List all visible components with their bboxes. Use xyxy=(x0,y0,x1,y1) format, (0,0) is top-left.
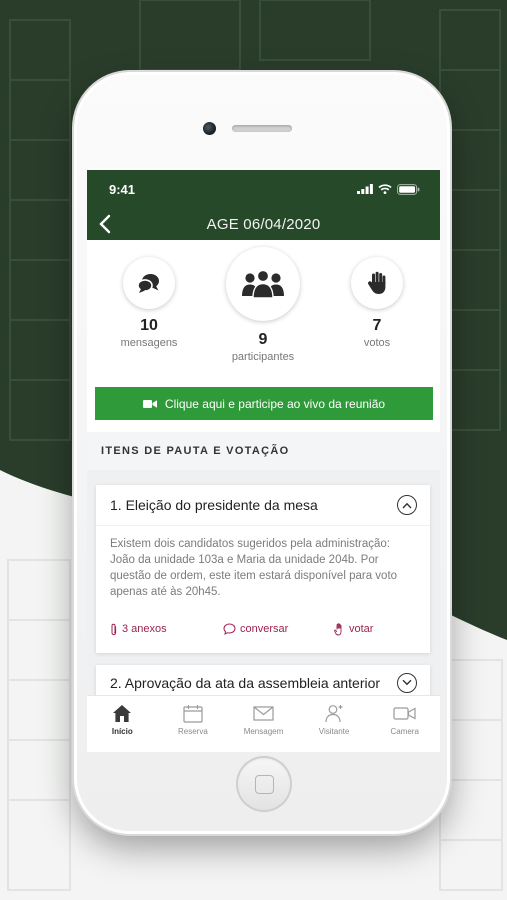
tab-reserva[interactable]: Reserva xyxy=(158,696,229,752)
stat-label: votos xyxy=(363,337,391,349)
agenda-section-header: ITENS DE PAUTA E VOTAÇÃO xyxy=(87,432,440,470)
agenda-item-description: Existem dois candidatos sugeridos pela a… xyxy=(96,525,430,611)
calendar-icon xyxy=(183,705,203,723)
attachments-label: 3 anexos xyxy=(122,623,167,635)
stat-value: 9 xyxy=(258,331,268,348)
meeting-stats: 10 mensagens 9 participantes 7 votos xyxy=(87,240,440,380)
live-button-label: Clique aqui e participe ao vivo da reuni… xyxy=(164,396,386,411)
agenda-item-actions: 3 anexos conversar votar xyxy=(96,611,430,647)
agenda-item-header[interactable]: 1. Eleição do presidente da mesa xyxy=(96,485,430,525)
back-button[interactable] xyxy=(93,212,117,236)
stat-icon-circle xyxy=(226,247,300,321)
join-live-meeting-button[interactable]: Clique aqui e participe ao vivo da reuni… xyxy=(95,387,433,420)
section-title: ITENS DE PAUTA E VOTAÇÃO xyxy=(101,445,290,457)
vote-link[interactable]: votar xyxy=(334,622,374,636)
home-button[interactable] xyxy=(236,756,292,812)
header-bar: AGE 06/04/2020 xyxy=(87,208,440,240)
tab-visitante[interactable]: Visitante xyxy=(299,696,370,752)
stat-value: 7 xyxy=(372,317,382,334)
bottom-tab-bar: Início Reserva Mensagem Visitante Camera xyxy=(87,695,440,752)
conversation-link[interactable]: conversar xyxy=(223,623,334,635)
chat-icon xyxy=(223,623,236,635)
video-camera-icon xyxy=(142,399,157,408)
wifi-icon xyxy=(378,184,392,194)
stat-participants[interactable]: 9 participantes xyxy=(218,247,308,363)
page-title: AGE 06/04/2020 xyxy=(206,215,321,233)
hand-icon xyxy=(334,622,342,635)
stat-messages[interactable]: 10 mensagens xyxy=(104,257,194,349)
collapse-toggle[interactable] xyxy=(397,495,417,515)
tab-label: Mensagem xyxy=(243,727,284,736)
tab-inicio[interactable]: Início xyxy=(87,696,158,752)
tab-label: Reserva xyxy=(177,727,208,736)
envelope-icon xyxy=(253,706,274,721)
tab-camera[interactable]: Camera xyxy=(369,696,440,752)
status-icons xyxy=(357,183,420,195)
stat-label: participantes xyxy=(231,351,295,363)
status-time: 9:41 xyxy=(109,181,136,197)
tab-mensagem[interactable]: Mensagem xyxy=(228,696,299,752)
visitor-icon xyxy=(325,705,343,723)
status-bar: 9:41 xyxy=(87,170,440,208)
vote-label: votar xyxy=(349,623,374,635)
stat-icon-circle xyxy=(351,257,403,309)
attachments-link[interactable]: 3 anexos xyxy=(110,623,223,636)
agenda-item-title: 1. Eleição do presidente da mesa xyxy=(110,497,318,513)
earpiece-speaker xyxy=(232,125,292,132)
stat-icon-circle xyxy=(123,257,175,309)
tab-label: Visitante xyxy=(318,727,350,736)
tab-label: Início xyxy=(111,727,133,736)
agenda-item-card: 1. Eleição do presidente da mesa Existem… xyxy=(96,485,430,653)
tab-label: Camera xyxy=(390,727,419,736)
stat-value: 10 xyxy=(140,317,158,334)
chevron-left-icon xyxy=(99,214,111,234)
chevron-up-icon xyxy=(402,502,412,508)
stat-votes[interactable]: 7 votos xyxy=(332,257,422,349)
agenda-item-title: 2. Aprovação da ata da assembleia anteri… xyxy=(110,674,381,691)
signal-icon xyxy=(357,184,373,194)
paperclip-icon xyxy=(111,623,117,635)
group-icon xyxy=(242,269,284,299)
stat-label: mensagens xyxy=(120,337,178,349)
battery-icon xyxy=(397,183,420,195)
chevron-down-icon xyxy=(402,679,412,686)
conversation-label: conversar xyxy=(240,623,289,635)
home-icon xyxy=(113,705,132,722)
chat-bubbles-icon xyxy=(137,274,159,293)
expand-toggle[interactable] xyxy=(397,672,417,693)
raised-hand-icon xyxy=(367,271,386,294)
camera-icon xyxy=(393,707,416,720)
front-camera xyxy=(203,122,216,135)
app-screen: 9:41 AGE 06/04/2020 10 mensagens 9 parti… xyxy=(87,170,440,752)
